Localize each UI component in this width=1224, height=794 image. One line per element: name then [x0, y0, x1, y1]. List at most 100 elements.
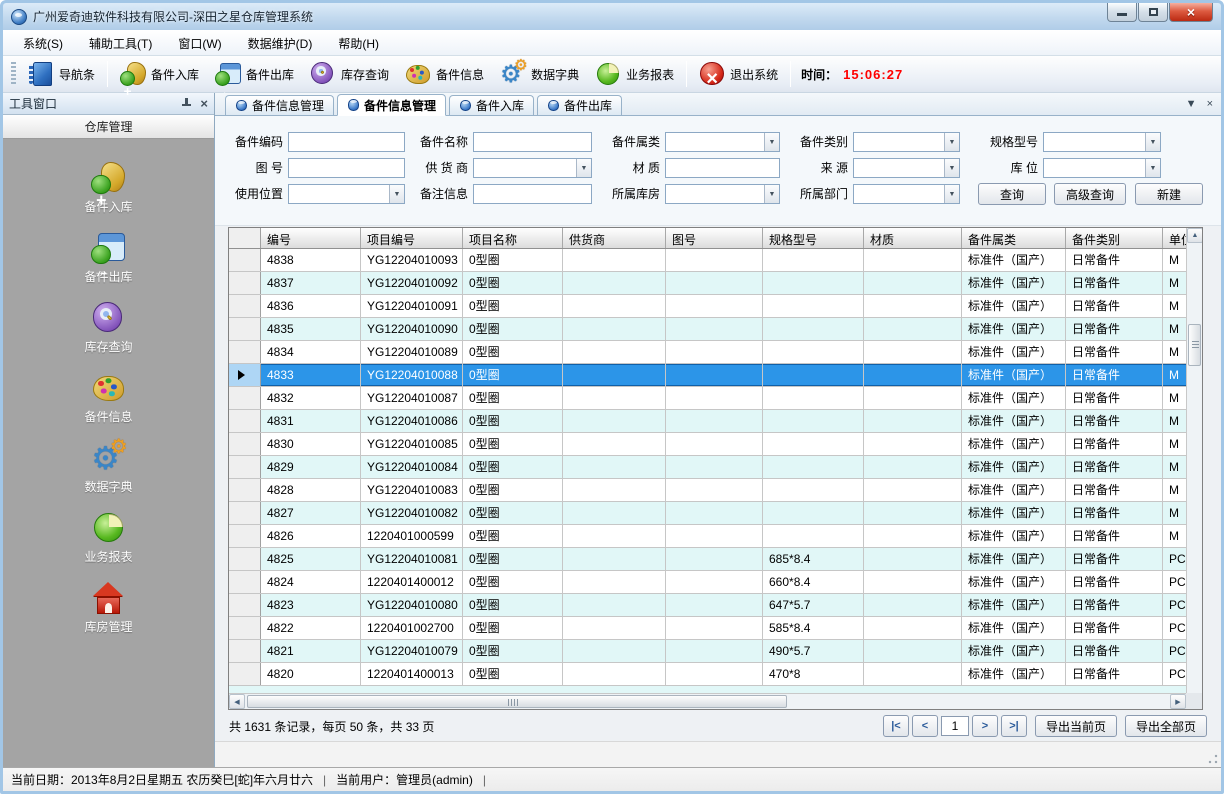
tab[interactable]: 备件入库: [449, 95, 534, 115]
table-row[interactable]: 4835YG122040100900型圈标准件（国产）日常备件M: [229, 318, 1202, 341]
column-header[interactable]: 规格型号: [763, 228, 864, 248]
toolbar-grip-handle[interactable]: [11, 62, 16, 86]
menu-item[interactable]: 窗口(W): [168, 32, 231, 55]
new-button[interactable]: 新建: [1135, 183, 1203, 205]
select-2-2[interactable]: ▼: [665, 184, 780, 204]
column-header[interactable]: 图号: [666, 228, 763, 248]
toolbar-book-button[interactable]: 导航条: [20, 59, 103, 89]
column-header[interactable]: 备件属类: [962, 228, 1066, 248]
select-3-2[interactable]: ▼: [853, 184, 960, 204]
column-header[interactable]: 编号: [261, 228, 361, 248]
advanced-query-button[interactable]: 高级查询: [1054, 183, 1126, 205]
export-current-page-button[interactable]: 导出当前页: [1035, 715, 1117, 737]
row-selector-cell[interactable]: [229, 548, 261, 570]
table-row[interactable]: 4832YG122040100870型圈标准件（国产）日常备件M: [229, 387, 1202, 410]
row-selector-cell[interactable]: [229, 456, 261, 478]
menu-item[interactable]: 辅助工具(T): [79, 32, 162, 55]
sidebar-item-gears[interactable]: 数据字典: [84, 441, 132, 495]
table-row[interactable]: 4833YG122040100880型圈标准件（国产）日常备件M: [229, 364, 1202, 387]
row-selector-cell[interactable]: [229, 341, 261, 363]
sidebar-item-palette[interactable]: 备件信息: [84, 371, 132, 425]
table-row[interactable]: 4828YG122040100830型圈标准件（国产）日常备件M: [229, 479, 1202, 502]
toolbar-bag-in-button[interactable]: 备件入库: [112, 59, 207, 89]
pin-icon[interactable]: [181, 98, 192, 109]
close-button[interactable]: ×: [1169, 3, 1213, 22]
menu-item[interactable]: 系统(S): [13, 32, 73, 55]
select-4-0[interactable]: ▼: [1043, 132, 1161, 152]
input-2-1[interactable]: [665, 158, 780, 178]
table-row[interactable]: 482412204014000120型圈660*8.4标准件（国产）日常备件PC: [229, 571, 1202, 594]
input-1-0[interactable]: [473, 132, 592, 152]
row-selector-cell[interactable]: [229, 433, 261, 455]
table-row[interactable]: 4831YG122040100860型圈标准件（国产）日常备件M: [229, 410, 1202, 433]
table-row[interactable]: 4827YG122040100820型圈标准件（国产）日常备件M: [229, 502, 1202, 525]
vertical-scroll-thumb[interactable]: [1188, 324, 1201, 366]
column-header[interactable]: 材质: [864, 228, 962, 248]
horizontal-scrollbar[interactable]: ◀ ▶: [229, 693, 1186, 709]
sidebar-item-bag-in[interactable]: 备件入库: [84, 161, 132, 215]
input-1-2[interactable]: [473, 184, 592, 204]
column-header[interactable]: 备件类别: [1066, 228, 1163, 248]
row-selector-cell[interactable]: [229, 663, 261, 685]
minimize-button[interactable]: [1107, 3, 1137, 22]
row-selector-cell[interactable]: [229, 479, 261, 501]
page-number-input[interactable]: 1: [941, 716, 969, 736]
query-button[interactable]: 查询: [978, 183, 1046, 205]
scroll-right-icon[interactable]: ▶: [1170, 694, 1186, 709]
sidebar-item-magnifier[interactable]: 库存查询: [84, 301, 132, 355]
toolbar-magnifier-button[interactable]: 库存查询: [302, 59, 397, 89]
row-selector-cell[interactable]: [229, 571, 261, 593]
scroll-left-icon[interactable]: ◀: [229, 694, 245, 709]
menu-item[interactable]: 数据维护(D): [238, 32, 323, 55]
row-selector-cell[interactable]: [229, 272, 261, 294]
resize-grip[interactable]: [1208, 754, 1218, 764]
table-row[interactable]: 4823YG122040100800型圈647*5.7标准件（国产）日常备件PC: [229, 594, 1202, 617]
select-3-1[interactable]: ▼: [853, 158, 960, 178]
table-row[interactable]: 4836YG122040100910型圈标准件（国产）日常备件M: [229, 295, 1202, 318]
table-row[interactable]: 4821YG122040100790型圈490*5.7标准件（国产）日常备件PC: [229, 640, 1202, 663]
toolbar-exit-button[interactable]: 退出系统: [691, 59, 786, 89]
toolbar-gears-button[interactable]: 数据字典: [492, 59, 587, 89]
column-header[interactable]: 项目名称: [463, 228, 563, 248]
toolbar-door-out-button[interactable]: 备件出库: [207, 59, 302, 89]
row-selector-cell[interactable]: [229, 249, 261, 271]
table-row[interactable]: 482212204010027000型圈585*8.4标准件（国产）日常备件PC: [229, 617, 1202, 640]
tab-list-dropdown-icon[interactable]: ▼: [1186, 97, 1197, 111]
tab[interactable]: 备件信息管理: [225, 95, 334, 115]
row-selector-cell[interactable]: [229, 364, 261, 386]
select-1-1[interactable]: ▼: [473, 158, 592, 178]
row-selector-cell[interactable]: [229, 410, 261, 432]
last-page-button[interactable]: >|: [1001, 715, 1027, 737]
row-selector-cell[interactable]: [229, 525, 261, 547]
row-selector-cell[interactable]: [229, 594, 261, 616]
column-header[interactable]: 项目编号: [361, 228, 463, 248]
row-selector-cell[interactable]: [229, 387, 261, 409]
first-page-button[interactable]: |<: [883, 715, 909, 737]
maximize-button[interactable]: [1138, 3, 1168, 22]
horizontal-scroll-thumb[interactable]: [247, 695, 787, 708]
row-selector-cell[interactable]: [229, 640, 261, 662]
tab-close-icon[interactable]: ×: [1207, 97, 1213, 111]
table-row[interactable]: 4838YG122040100930型圈标准件（国产）日常备件M: [229, 249, 1202, 272]
row-selector-cell[interactable]: [229, 617, 261, 639]
table-row[interactable]: 4825YG122040100810型圈685*8.4标准件（国产）日常备件PC: [229, 548, 1202, 571]
column-header[interactable]: 供货商: [563, 228, 666, 248]
row-selector-cell[interactable]: [229, 502, 261, 524]
next-page-button[interactable]: >: [972, 715, 998, 737]
sidebar-item-pie[interactable]: 业务报表: [84, 511, 132, 565]
sidebar-item-door-out[interactable]: 备件出库: [84, 231, 132, 285]
toolbar-pie-button[interactable]: 业务报表: [587, 59, 682, 89]
table-row[interactable]: 4829YG122040100840型圈标准件（国产）日常备件M: [229, 456, 1202, 479]
table-row[interactable]: 4830YG122040100850型圈标准件（国产）日常备件M: [229, 433, 1202, 456]
prev-page-button[interactable]: <: [912, 715, 938, 737]
menu-item[interactable]: 帮助(H): [328, 32, 389, 55]
panel-close-icon[interactable]: ×: [200, 98, 208, 109]
sidebar-item-house[interactable]: 库房管理: [84, 581, 132, 635]
tab[interactable]: 备件信息管理: [337, 94, 446, 116]
sidebar-group-header[interactable]: 仓库管理: [3, 115, 214, 139]
scroll-up-icon[interactable]: ▲: [1187, 228, 1203, 243]
select-2-0[interactable]: ▼: [665, 132, 780, 152]
tab[interactable]: 备件出库: [537, 95, 622, 115]
export-all-pages-button[interactable]: 导出全部页: [1125, 715, 1207, 737]
table-row[interactable]: 4834YG122040100890型圈标准件（国产）日常备件M: [229, 341, 1202, 364]
